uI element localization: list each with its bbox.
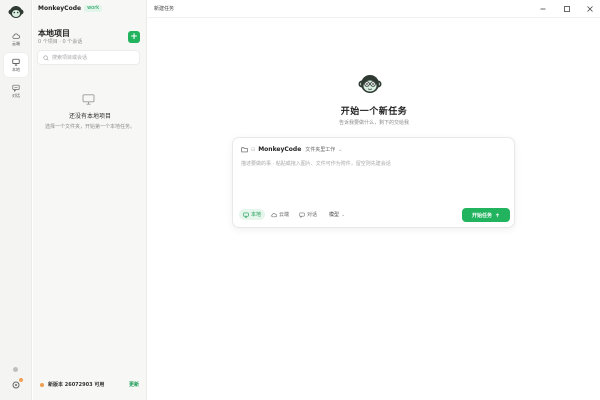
update-text: 新版本 26072903 可用	[48, 382, 105, 388]
chevron-down-icon: ⌄	[341, 211, 346, 218]
update-banner: 新版本 26072903 可用 更新	[37, 377, 143, 392]
monitor-icon	[82, 94, 95, 105]
mode-chat-button[interactable]: 对话	[295, 209, 321, 220]
rail-item-label: 对话	[12, 93, 20, 98]
status-dot	[13, 367, 18, 372]
brand: MonkeyCode work	[38, 5, 103, 12]
monitor-icon	[243, 212, 249, 218]
sidebar-subtitle: 0 个项目 · 0 个会话	[38, 39, 83, 45]
chat-icon	[12, 84, 20, 92]
monkey-mascot-icon	[358, 75, 382, 93]
empty-state-title: 还没有本地项目	[68, 113, 111, 120]
monitor-icon	[12, 58, 20, 66]
arrow-up-icon	[495, 212, 500, 217]
model-selector[interactable]: 模型	[329, 211, 339, 218]
rail-item-local[interactable]: 本地	[4, 53, 28, 77]
project-name: MonkeyCode	[258, 146, 302, 153]
project-scope: 文件夹里工作	[305, 147, 336, 153]
main-subtitle: 告诉我要做什么，剩下的交给我	[338, 120, 409, 126]
rail-item-label: 本地	[12, 67, 20, 72]
update-dot-icon	[40, 382, 44, 387]
monkey-logo-icon	[8, 6, 24, 18]
start-task-button[interactable]: 开始任务	[462, 208, 510, 222]
settings-badge	[19, 378, 23, 382]
new-task-card: ⊟ MonkeyCode 文件夹里工作 ⌄ 描述要做的事 · 粘贴或拖入图片、文…	[232, 137, 515, 228]
title-bar: 新建任务	[148, 0, 600, 18]
workspace-badge: work	[84, 5, 103, 12]
search-input[interactable]: 搜索项目或会话	[37, 50, 140, 65]
project-selector[interactable]: ⊟ MonkeyCode 文件夹里工作 ⌄	[241, 146, 343, 153]
rail-item-cloud[interactable]: 云端	[4, 27, 28, 51]
mode-toolbar: 本地 云端 对话 模型 ⌄	[239, 209, 345, 220]
mode-cloud-button[interactable]: 云端	[267, 209, 293, 220]
mode-label: 对话	[307, 212, 318, 218]
chevron-down-icon: ⌄	[338, 146, 343, 153]
search-placeholder: 搜索项目或会话	[52, 55, 88, 61]
search-icon	[43, 54, 49, 61]
cloud-icon	[12, 33, 20, 39]
task-input[interactable]: 描述要做的事 · 粘贴或拖入图片、文件可作为附件，留空则先建会话	[241, 160, 509, 167]
cloud-icon	[271, 212, 277, 217]
empty-state-description: 选择一个文件夹，开始第一个本地任务。	[44, 124, 135, 130]
brand-name: MonkeyCode	[38, 5, 82, 12]
mode-label: 云端	[279, 212, 290, 218]
main-title: 开始一个新任务	[340, 107, 408, 117]
minimize-icon[interactable]	[538, 4, 548, 14]
page-title: 新建任务	[154, 6, 175, 12]
folder-icon	[241, 147, 248, 153]
maximize-icon[interactable]	[562, 4, 572, 14]
rail-item-label: 云端	[12, 41, 20, 46]
chat-icon	[299, 212, 305, 218]
separator-icon: ⊟	[251, 146, 256, 153]
mode-local-button[interactable]: 本地	[239, 209, 266, 220]
update-link[interactable]: 更新	[129, 381, 139, 388]
close-icon[interactable]	[585, 4, 595, 14]
add-project-button[interactable]: +	[128, 31, 140, 43]
mode-label: 本地	[251, 212, 262, 218]
rail-item-chat[interactable]: 对话	[4, 79, 28, 103]
start-task-label: 开始任务	[471, 212, 492, 219]
left-rail: 云端 本地 对话	[0, 0, 32, 400]
sidebar: MonkeyCode work 本地项目 0 个项目 · 0 个会话 + 搜索项…	[33, 0, 147, 400]
